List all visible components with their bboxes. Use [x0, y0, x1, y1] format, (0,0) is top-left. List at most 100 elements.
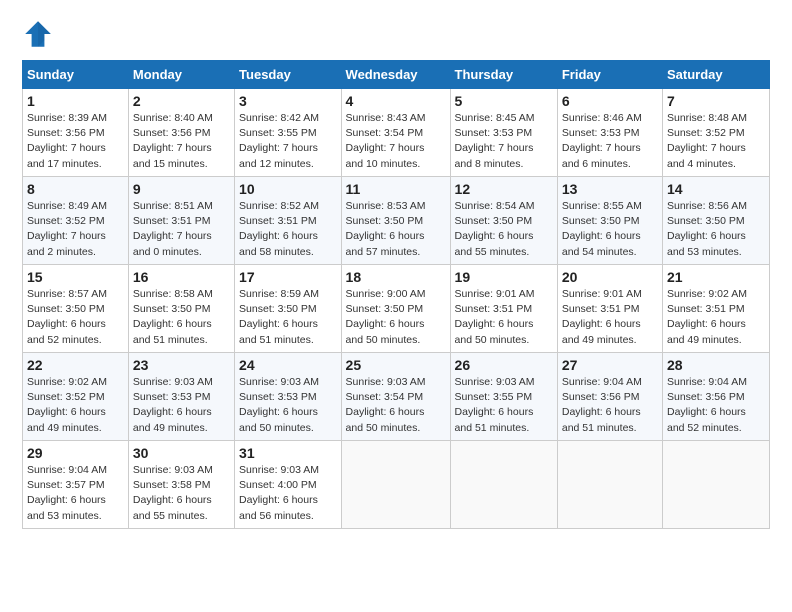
calendar-body: 1 Sunrise: 8:39 AM Sunset: 3:56 PM Daylig…: [23, 89, 770, 529]
header: [22, 18, 770, 50]
calendar-day-cell: 16 Sunrise: 8:58 AM Sunset: 3:50 PM Dayli…: [128, 265, 234, 353]
calendar-day-cell: 28Sunrise: 9:04 AM Sunset: 3:56 PM Dayli…: [662, 353, 769, 441]
day-info: Sunrise: 8:40 AM Sunset: 3:56 PM Dayligh…: [133, 111, 230, 172]
day-number: 7: [667, 93, 765, 109]
day-number: 10: [239, 181, 336, 197]
calendar-day-cell: 23 Sunrise: 9:03 AM Sunset: 3:53 PM Dayli…: [128, 353, 234, 441]
calendar-day-cell: [341, 441, 450, 529]
day-info: Sunrise: 8:46 AM Sunset: 3:53 PM Dayligh…: [562, 111, 658, 172]
logo-icon: [22, 18, 54, 50]
day-info: Sunrise: 9:00 AM Sunset: 3:50 PM Dayligh…: [346, 287, 446, 348]
day-info: Sunrise: 8:43 AM Sunset: 3:54 PM Dayligh…: [346, 111, 446, 172]
calendar-day-cell: 19Sunrise: 9:01 AM Sunset: 3:51 PM Dayli…: [450, 265, 557, 353]
day-number: 14: [667, 181, 765, 197]
calendar-day-cell: 12 Sunrise: 8:54 AM Sunset: 3:50 PM Dayli…: [450, 177, 557, 265]
day-number: 26: [455, 357, 553, 373]
calendar-day-cell: 15 Sunrise: 8:57 AM Sunset: 3:50 PM Dayli…: [23, 265, 129, 353]
day-info: Sunrise: 8:49 AM Sunset: 3:52 PM Dayligh…: [27, 199, 124, 260]
day-number: 25: [346, 357, 446, 373]
day-info: Sunrise: 8:45 AM Sunset: 3:53 PM Dayligh…: [455, 111, 553, 172]
day-number: 11: [346, 181, 446, 197]
calendar-day-cell: 11 Sunrise: 8:53 AM Sunset: 3:50 PM Dayli…: [341, 177, 450, 265]
calendar-day-cell: 31 Sunrise: 9:03 AM Sunset: 4:00 PM Dayli…: [235, 441, 341, 529]
calendar-day-cell: [662, 441, 769, 529]
calendar-day-cell: 22 Sunrise: 9:02 AM Sunset: 3:52 PM Dayli…: [23, 353, 129, 441]
day-number: 23: [133, 357, 230, 373]
day-number: 12: [455, 181, 553, 197]
day-info: Sunrise: 8:51 AM Sunset: 3:51 PM Dayligh…: [133, 199, 230, 260]
day-info: Sunrise: 9:03 AM Sunset: 3:53 PM Dayligh…: [133, 375, 230, 436]
day-info: Sunrise: 8:53 AM Sunset: 3:50 PM Dayligh…: [346, 199, 446, 260]
calendar-day-cell: 18Sunrise: 9:00 AM Sunset: 3:50 PM Dayli…: [341, 265, 450, 353]
day-info: Sunrise: 8:39 AM Sunset: 3:56 PM Dayligh…: [27, 111, 124, 172]
day-number: 4: [346, 93, 446, 109]
weekday-header-cell: Wednesday: [341, 61, 450, 89]
calendar-day-cell: 20 Sunrise: 9:01 AM Sunset: 3:51 PM Dayli…: [557, 265, 662, 353]
calendar-day-cell: 24Sunrise: 9:03 AM Sunset: 3:53 PM Dayli…: [235, 353, 341, 441]
day-info: Sunrise: 9:03 AM Sunset: 4:00 PM Dayligh…: [239, 463, 336, 524]
day-number: 2: [133, 93, 230, 109]
day-info: Sunrise: 8:42 AM Sunset: 3:55 PM Dayligh…: [239, 111, 336, 172]
day-info: Sunrise: 9:02 AM Sunset: 3:51 PM Dayligh…: [667, 287, 765, 348]
calendar-day-cell: 13 Sunrise: 8:55 AM Sunset: 3:50 PM Dayli…: [557, 177, 662, 265]
day-info: Sunrise: 9:02 AM Sunset: 3:52 PM Dayligh…: [27, 375, 124, 436]
day-number: 13: [562, 181, 658, 197]
day-number: 19: [455, 269, 553, 285]
day-number: 3: [239, 93, 336, 109]
day-number: 24: [239, 357, 336, 373]
day-number: 16: [133, 269, 230, 285]
day-info: Sunrise: 8:57 AM Sunset: 3:50 PM Dayligh…: [27, 287, 124, 348]
calendar-day-cell: 8 Sunrise: 8:49 AM Sunset: 3:52 PM Daylig…: [23, 177, 129, 265]
calendar-day-cell: 10 Sunrise: 8:52 AM Sunset: 3:51 PM Dayli…: [235, 177, 341, 265]
day-info: Sunrise: 9:03 AM Sunset: 3:54 PM Dayligh…: [346, 375, 446, 436]
calendar-day-cell: 21 Sunrise: 9:02 AM Sunset: 3:51 PM Dayli…: [662, 265, 769, 353]
calendar-day-cell: 30 Sunrise: 9:03 AM Sunset: 3:58 PM Dayli…: [128, 441, 234, 529]
page: SundayMondayTuesdayWednesdayThursdayFrid…: [0, 0, 792, 539]
day-info: Sunrise: 8:54 AM Sunset: 3:50 PM Dayligh…: [455, 199, 553, 260]
day-info: Sunrise: 9:03 AM Sunset: 3:58 PM Dayligh…: [133, 463, 230, 524]
calendar-day-cell: 2 Sunrise: 8:40 AM Sunset: 3:56 PM Daylig…: [128, 89, 234, 177]
calendar-day-cell: 7Sunrise: 8:48 AM Sunset: 3:52 PM Daylig…: [662, 89, 769, 177]
weekday-header-cell: Friday: [557, 61, 662, 89]
day-number: 9: [133, 181, 230, 197]
day-number: 1: [27, 93, 124, 109]
calendar-day-cell: [450, 441, 557, 529]
logo: [22, 18, 58, 50]
day-number: 30: [133, 445, 230, 461]
calendar-day-cell: 29Sunrise: 9:04 AM Sunset: 3:57 PM Dayli…: [23, 441, 129, 529]
day-number: 6: [562, 93, 658, 109]
calendar-day-cell: 27 Sunrise: 9:04 AM Sunset: 3:56 PM Dayli…: [557, 353, 662, 441]
calendar-day-cell: 6 Sunrise: 8:46 AM Sunset: 3:53 PM Daylig…: [557, 89, 662, 177]
day-info: Sunrise: 9:04 AM Sunset: 3:56 PM Dayligh…: [667, 375, 765, 436]
calendar-day-cell: 25 Sunrise: 9:03 AM Sunset: 3:54 PM Dayli…: [341, 353, 450, 441]
weekday-header-cell: Monday: [128, 61, 234, 89]
calendar-day-cell: [557, 441, 662, 529]
day-info: Sunrise: 8:58 AM Sunset: 3:50 PM Dayligh…: [133, 287, 230, 348]
calendar-day-cell: 9 Sunrise: 8:51 AM Sunset: 3:51 PM Daylig…: [128, 177, 234, 265]
day-number: 31: [239, 445, 336, 461]
calendar-day-cell: 26Sunrise: 9:03 AM Sunset: 3:55 PM Dayli…: [450, 353, 557, 441]
day-number: 5: [455, 93, 553, 109]
day-number: 17: [239, 269, 336, 285]
weekday-header-cell: Saturday: [662, 61, 769, 89]
calendar-week-row: 8 Sunrise: 8:49 AM Sunset: 3:52 PM Daylig…: [23, 177, 770, 265]
day-number: 15: [27, 269, 124, 285]
day-number: 27: [562, 357, 658, 373]
day-number: 22: [27, 357, 124, 373]
calendar-day-cell: 17Sunrise: 8:59 AM Sunset: 3:50 PM Dayli…: [235, 265, 341, 353]
day-info: Sunrise: 9:04 AM Sunset: 3:56 PM Dayligh…: [562, 375, 658, 436]
day-info: Sunrise: 8:52 AM Sunset: 3:51 PM Dayligh…: [239, 199, 336, 260]
day-number: 8: [27, 181, 124, 197]
calendar-week-row: 1 Sunrise: 8:39 AM Sunset: 3:56 PM Daylig…: [23, 89, 770, 177]
day-info: Sunrise: 8:55 AM Sunset: 3:50 PM Dayligh…: [562, 199, 658, 260]
day-number: 20: [562, 269, 658, 285]
day-number: 21: [667, 269, 765, 285]
calendar-day-cell: 14 Sunrise: 8:56 AM Sunset: 3:50 PM Dayli…: [662, 177, 769, 265]
weekday-header-row: SundayMondayTuesdayWednesdayThursdayFrid…: [23, 61, 770, 89]
weekday-header-cell: Tuesday: [235, 61, 341, 89]
weekday-header-cell: Sunday: [23, 61, 129, 89]
calendar-week-row: 15 Sunrise: 8:57 AM Sunset: 3:50 PM Dayli…: [23, 265, 770, 353]
calendar-table: SundayMondayTuesdayWednesdayThursdayFrid…: [22, 60, 770, 529]
day-info: Sunrise: 8:56 AM Sunset: 3:50 PM Dayligh…: [667, 199, 765, 260]
day-info: Sunrise: 9:01 AM Sunset: 3:51 PM Dayligh…: [562, 287, 658, 348]
